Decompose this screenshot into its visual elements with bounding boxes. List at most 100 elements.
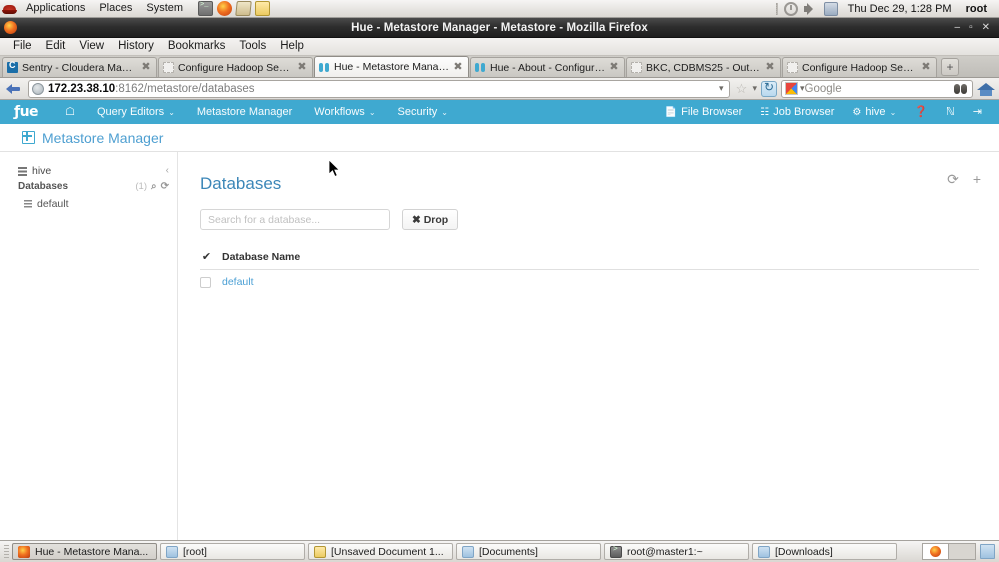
nav-item-job-browser[interactable]: ☷ Job Browser	[751, 100, 843, 125]
close-icon[interactable]: ✖	[920, 62, 932, 73]
nav-item-query-editors[interactable]: Query Editors ⌄	[86, 100, 186, 125]
terminal-icon[interactable]	[198, 1, 214, 16]
grid-icon	[21, 130, 35, 144]
taskbar-item-documents[interactable]: [Documents]	[456, 543, 601, 560]
reload-icon[interactable]	[761, 80, 777, 97]
firefox-icon	[18, 545, 30, 558]
minimize-button[interactable]: –	[955, 22, 961, 33]
database-link-default[interactable]: default	[222, 276, 254, 288]
menu-file[interactable]: File	[6, 38, 39, 55]
sidebar-section-databases[interactable]: Databases (1) ⌕ ⟳	[0, 178, 177, 195]
taskbar-item-label: Hue - Metastore Mana...	[35, 545, 149, 558]
clock[interactable]: Thu Dec 29, 1:28 PM	[844, 3, 956, 15]
taskbar-item-label: [root]	[183, 545, 207, 558]
browser-tab[interactable]: Configure Hadoop Secur... ✖	[158, 57, 313, 77]
taskbar-item-label: [Downloads]	[775, 545, 833, 558]
taskbar-item-terminal[interactable]: root@master1:~	[604, 543, 749, 560]
back-arrow-icon[interactable]	[4, 80, 24, 98]
menu-view[interactable]: View	[72, 38, 111, 55]
refresh-icon[interactable]: ⟳	[947, 172, 959, 186]
workspace-2[interactable]	[949, 544, 975, 559]
database-icon	[24, 199, 32, 209]
help-icon[interactable]	[235, 1, 252, 16]
sidebar: hive ‹ Databases (1) ⌕ ⟳ default	[0, 152, 178, 542]
browser-tab[interactable]: BKC, CDBMS25 - Outloo... ✖	[626, 57, 781, 77]
browser-tab-active[interactable]: Hue - Metastore Manag... ✖	[314, 56, 469, 77]
search-bar[interactable]: ▾ Google	[781, 79, 973, 98]
current-user[interactable]: root	[962, 3, 991, 15]
menu-places[interactable]: Places	[92, 0, 139, 17]
redhat-logo-icon	[2, 1, 18, 16]
main-content: ⟳ + Databases ✖ Drop ✔ Database Name def…	[178, 152, 999, 542]
page-body: hive ‹ Databases (1) ⌕ ⟳ default ⟳ + Dat…	[0, 152, 999, 542]
nav-item-file-browser[interactable]: 📄 File Browser	[656, 100, 752, 125]
select-all-checkbox[interactable]: ✔	[200, 250, 213, 263]
new-tab-button[interactable]: +	[941, 58, 959, 76]
menu-help[interactable]: Help	[273, 38, 311, 55]
firefox-icon[interactable]	[217, 1, 233, 16]
browser-tab[interactable]: Hue - About - Configurat... ✖	[470, 57, 625, 77]
browser-tab[interactable]: Sentry - Cloudera Mana... ✖	[2, 57, 157, 77]
nav-label: Security	[397, 105, 438, 118]
hue-logo[interactable]: ƒue	[0, 104, 54, 120]
menu-applications[interactable]: Applications	[19, 0, 92, 17]
browser-tab[interactable]: Configure Hadoop Secur... ✖	[782, 57, 937, 77]
url-path: :8162/metastore/databases	[115, 82, 255, 95]
add-database-icon[interactable]: +	[973, 172, 981, 186]
table-header: ✔ Database Name	[200, 246, 979, 270]
sidebar-source-hive[interactable]: hive	[0, 164, 177, 178]
close-icon[interactable]: ✖	[296, 62, 308, 73]
nav-item-hive-settings[interactable]: ⚙ hive ⌄	[843, 100, 905, 125]
taskbar-item-downloads[interactable]: [Downloads]	[752, 543, 897, 560]
globe-icon	[32, 82, 44, 95]
maximize-button[interactable]: ▫	[969, 22, 973, 33]
close-button[interactable]: ✕	[982, 22, 990, 33]
list-icon: ☷	[760, 106, 770, 118]
workspace-1[interactable]	[923, 544, 949, 559]
url-bar[interactable]: 172.23.38.10 :8162/metastore/databases ▾	[28, 79, 731, 98]
network-icon[interactable]	[823, 1, 838, 16]
search-icon[interactable]: ⌕	[151, 181, 157, 192]
workspace-switcher[interactable]	[922, 543, 976, 560]
search-input[interactable]	[200, 209, 390, 230]
menu-edit[interactable]: Edit	[39, 38, 73, 55]
taskbar-item-root-folder[interactable]: [root]	[160, 543, 305, 560]
table-row[interactable]: default	[200, 270, 979, 294]
volume-icon[interactable]	[803, 2, 818, 16]
logout-icon[interactable]: ⇥	[964, 100, 991, 124]
sidebar-item-default[interactable]: default	[0, 195, 177, 213]
nav-label: Workflows	[314, 105, 365, 118]
nav-item-metastore-manager[interactable]: Metastore Manager	[186, 100, 303, 124]
trash-icon[interactable]	[980, 544, 995, 559]
close-icon[interactable]: ✖	[608, 62, 620, 73]
nav-item-security[interactable]: Security ⌄	[387, 100, 459, 125]
nav-home-icon[interactable]: ☖	[54, 100, 86, 124]
taskbar-item-unsaved-document[interactable]: [Unsaved Document 1...	[308, 543, 453, 560]
menu-bookmarks[interactable]: Bookmarks	[161, 38, 233, 55]
drop-button[interactable]: ✖ Drop	[402, 209, 459, 230]
row-checkbox[interactable]	[200, 276, 211, 288]
close-icon[interactable]: ✖	[764, 62, 776, 73]
menu-system[interactable]: System	[139, 0, 190, 17]
menu-history[interactable]: History	[111, 38, 161, 55]
terminal-icon	[610, 545, 622, 558]
blank-page-icon	[787, 62, 798, 73]
chevron-down-icon[interactable]: ▾	[716, 83, 727, 94]
bookmark-star-icon[interactable]: ☆	[734, 82, 748, 96]
binoculars-icon[interactable]	[953, 82, 969, 96]
refresh-icon[interactable]: ⟳	[161, 181, 169, 192]
close-icon[interactable]: ✖	[452, 61, 464, 73]
folder-icon	[166, 545, 178, 558]
collapse-sidebar-icon[interactable]: ‹	[166, 165, 169, 176]
language-icon[interactable]: ℕ	[937, 100, 964, 124]
chevron-down-icon[interactable]: ▾	[752, 83, 757, 94]
nav-item-workflows[interactable]: Workflows ⌄	[303, 100, 386, 125]
home-icon[interactable]	[977, 81, 995, 97]
text-editor-icon[interactable]	[255, 1, 271, 16]
close-icon[interactable]: ✖	[140, 62, 152, 73]
power-icon[interactable]	[783, 1, 798, 16]
menu-tools[interactable]: Tools	[232, 38, 273, 55]
taskbar-item-firefox[interactable]: Hue - Metastore Mana...	[12, 543, 157, 560]
help-icon[interactable]: ❓	[905, 100, 937, 124]
window-titlebar: Hue - Metastore Manager - Metastore - Mo…	[0, 18, 999, 38]
